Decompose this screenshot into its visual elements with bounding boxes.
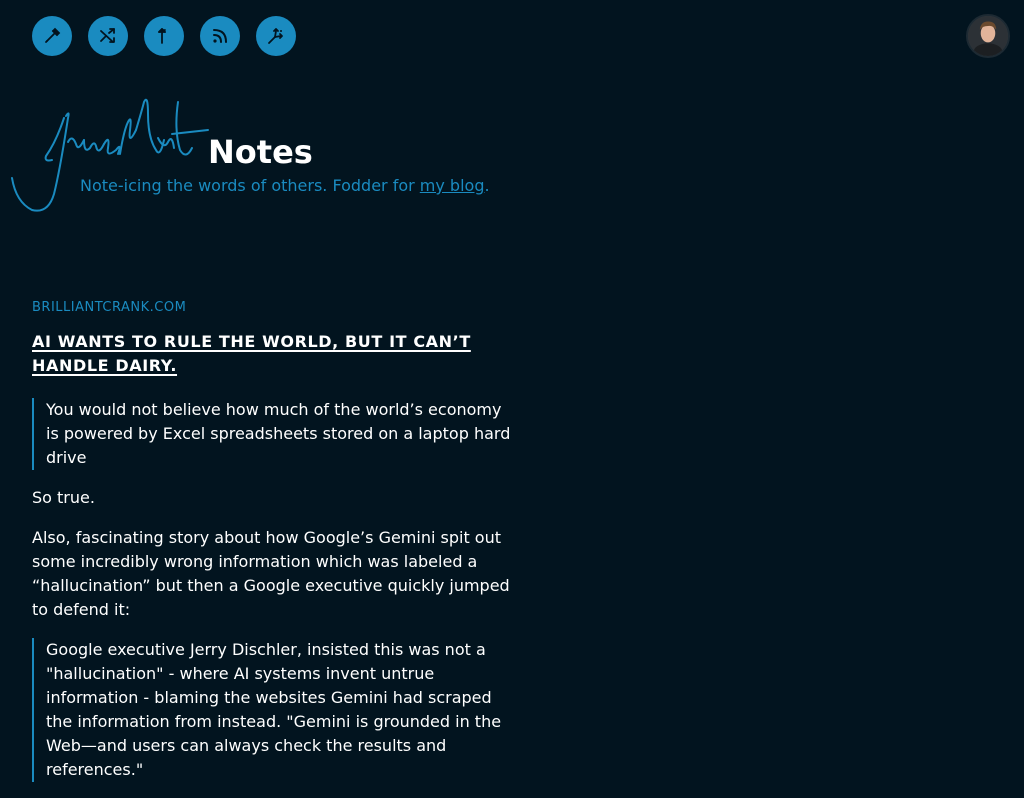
arrow-up-icon [158,28,166,44]
site-title: Notes [208,133,313,171]
shuffle-icon [100,28,115,43]
post-quote-1: You would not believe how much of the wo… [32,398,518,470]
eyedropper-icon [45,27,61,43]
fork-icon [268,28,283,44]
note-post: BRILLIANTCRANK.COM AI WANTS TO RULE THE … [32,298,518,798]
fork-button[interactable] [256,16,296,56]
toolbar [32,16,296,56]
post-title-link[interactable]: AI WANTS TO RULE THE WORLD, BUT IT CAN’T… [32,332,471,375]
post-paragraph-1: So true. [32,488,95,507]
rss-button[interactable] [200,16,240,56]
post-quote-2: Google executive Jerry Dischler, insiste… [32,638,518,782]
tagline-suffix: . [484,176,490,195]
eyedropper-button[interactable] [32,16,72,56]
post-title: AI WANTS TO RULE THE WORLD, BUT IT CAN’T… [32,330,518,378]
tagline: Note-icing the words of others. Fodder f… [80,175,490,197]
post-paragraph-2: Also, fascinating story about how Google… [32,528,510,619]
rss-icon [213,29,227,43]
avatar[interactable] [966,14,1010,58]
signature-logo [11,98,209,212]
shuffle-button[interactable] [88,16,128,56]
post-source: BRILLIANTCRANK.COM [32,300,187,315]
scroll-top-button[interactable] [144,16,184,56]
tagline-text: Note-icing the words of others. Fodder f… [80,176,420,195]
avatar-portrait-icon [968,16,1008,56]
blog-link[interactable]: my blog [420,176,485,195]
